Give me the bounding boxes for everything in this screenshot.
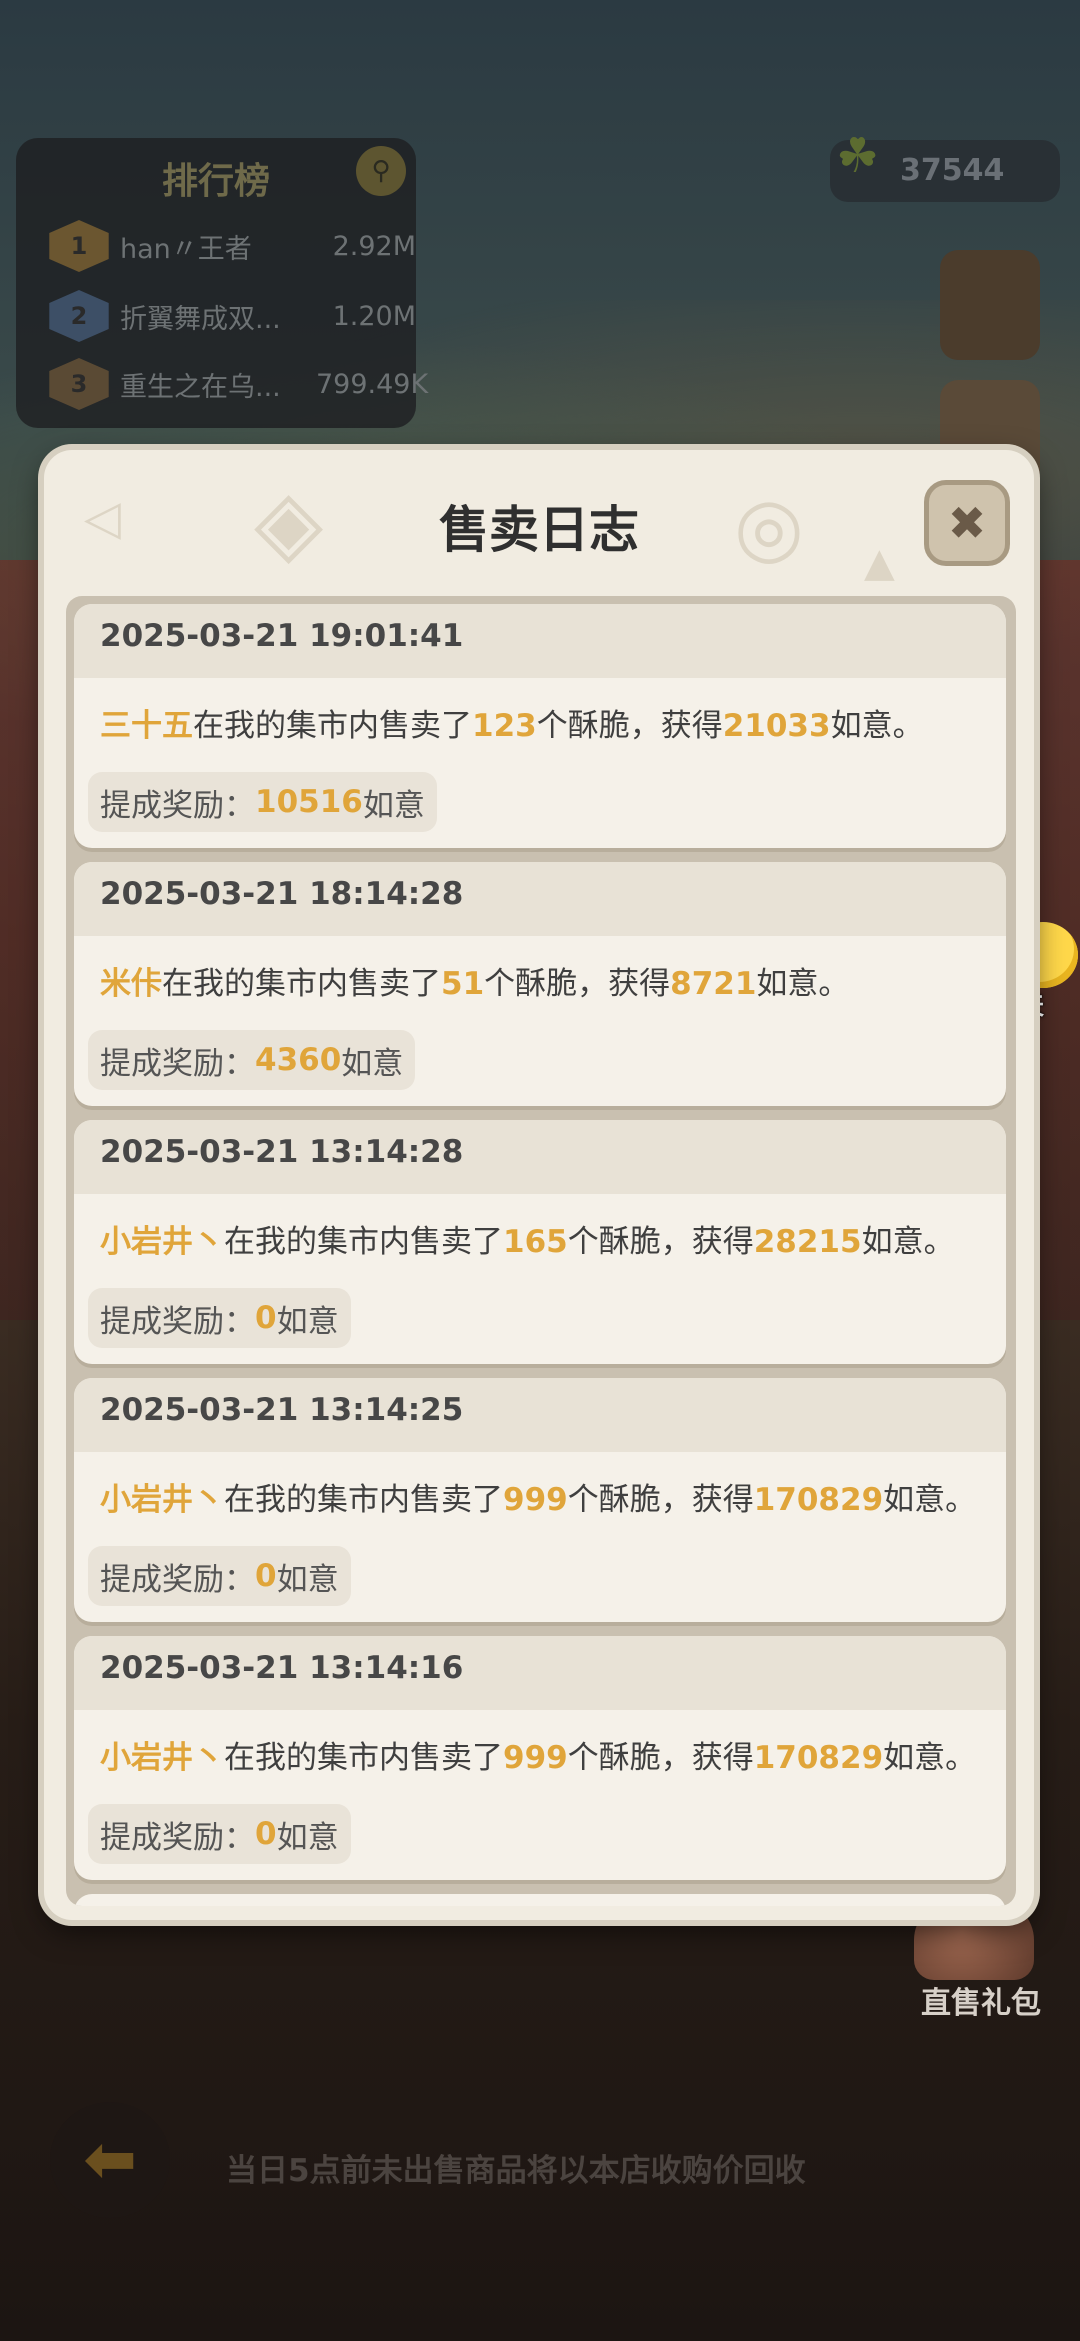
log-timestamp: 2025-03-21 13:14:25: [74, 1378, 1006, 1452]
log-text: 在我的集市内售卖了: [162, 966, 441, 1002]
commission-value: 0: [255, 1300, 277, 1336]
commission-badge: 提成奖励： 0 如意: [88, 1288, 351, 1348]
log-text: 如意。: [756, 966, 850, 1002]
rank-badge: 1: [49, 220, 109, 272]
commission-value: 0: [255, 1558, 277, 1594]
commission-label: 提成奖励：: [100, 1045, 255, 1082]
log-message: 小岩井丶在我的集市内售卖了999个酥脆，获得170829如意。: [74, 1710, 1006, 1777]
rank-badge: 3: [49, 358, 109, 410]
commission-label: 提成奖励：: [100, 1561, 255, 1598]
commission-label: 提成奖励：: [100, 787, 255, 824]
log-entry: 2025-03-21 13:14:16 小岩井丶在我的集市内售卖了999个酥脆，…: [74, 1636, 1006, 1880]
log-entry: 2025-03-21 19:01:41 三十五在我的集市内售卖了123个酥脆，获…: [74, 604, 1006, 848]
earned-amount: 8721: [670, 966, 757, 1002]
leaderboard-panel[interactable]: 排行榜 1 han〃王者 2.92M 2 折翼舞成双... 1.20M 3 重生…: [16, 138, 429, 428]
log-text: 如意。: [883, 1482, 977, 1518]
sold-quantity: 51: [441, 966, 485, 1002]
log-text: 个酥脆，获得: [536, 708, 723, 744]
search-icon[interactable]: ⚲: [356, 146, 406, 196]
log-text: 个酥脆，获得: [567, 1224, 754, 1260]
leaderboard-score: 1.20M: [332, 300, 416, 332]
leaderboard-row[interactable]: 2 折翼舞成双... 1.20M: [46, 288, 416, 344]
close-icon[interactable]: ✖: [924, 480, 1010, 566]
log-timestamp: 2025-03-21 13:14:28: [74, 1120, 1006, 1194]
commission-value: 0: [255, 1816, 277, 1852]
leaderboard-name: 重生之在乌...: [120, 371, 281, 403]
leaderboard-row[interactable]: 3 重生之在乌... 799.49K: [46, 356, 429, 412]
log-text: 个酥脆，获得: [567, 1482, 754, 1518]
sold-quantity: 999: [503, 1740, 568, 1776]
log-timestamp: 2025-03-21 18:14:28: [74, 862, 1006, 936]
sold-quantity: 123: [472, 708, 537, 744]
log-text: 在我的集市内售卖了: [224, 1482, 503, 1518]
commission-value: 4360: [255, 1042, 342, 1078]
commission-unit: 如意: [276, 1303, 339, 1340]
leaderboard-row[interactable]: 1 han〃王者 2.92M: [46, 218, 416, 274]
log-entry: 2025-03-21 13:14:25 小岩井丶在我的集市内售卖了999个酥脆，…: [74, 1378, 1006, 1622]
leaderboard-score: 799.49K: [316, 368, 429, 400]
earned-amount: 21033: [722, 708, 831, 744]
recycle-notice: 当日5点前未出售商品将以本店收购价回收: [226, 2153, 806, 2189]
gift-pack-label: 直售礼包: [921, 1986, 1041, 2021]
commission-unit: 如意: [276, 1561, 339, 1598]
leaderboard-name: 折翼舞成双...: [120, 303, 281, 335]
log-message: 米佧在我的集市内售卖了51个酥脆，获得8721如意。: [74, 936, 1006, 1003]
commission-value: 10516: [255, 784, 363, 820]
commission-badge: 提成奖励： 0 如意: [88, 1804, 351, 1864]
sales-log-modal: ◁ ◈ ◎ ▲ 售卖日志 ✖ 2025-03-21 19:01:41 三十五在我…: [44, 450, 1034, 1920]
commission-badge: 提成奖励： 0 如意: [88, 1546, 351, 1606]
leaderboard-score: 2.92M: [332, 230, 416, 262]
log-text: 在我的集市内售卖了: [193, 708, 472, 744]
currency-value: 37544: [900, 153, 1005, 188]
earned-amount: 28215: [753, 1224, 862, 1260]
buyer-name: 小岩井丶: [100, 1740, 224, 1776]
log-text: 个酥脆，获得: [567, 1740, 754, 1776]
sold-quantity: 165: [503, 1224, 568, 1260]
commission-label: 提成奖励：: [100, 1303, 255, 1340]
notice-board-button[interactable]: [940, 250, 1040, 360]
log-message: 小岩井丶在我的集市内售卖了999个酥脆，获得170829如意。: [74, 1452, 1006, 1519]
clover-icon: ☘: [836, 128, 880, 184]
commission-unit: 如意: [362, 787, 425, 824]
log-message: 三十五在我的集市内售卖了123个酥脆，获得21033如意。: [74, 678, 1006, 745]
log-entry: 2025-03-21 13:14:28 小岩井丶在我的集市内售卖了165个酥脆，…: [74, 1120, 1006, 1364]
log-entry-partial: [74, 1894, 1006, 1906]
rank-badge: 2: [49, 290, 109, 342]
sales-log-list[interactable]: 2025-03-21 19:01:41 三十五在我的集市内售卖了123个酥脆，获…: [66, 596, 1016, 1906]
log-text: 如意。: [883, 1740, 977, 1776]
log-message: 小岩井丶在我的集市内售卖了165个酥脆，获得28215如意。: [74, 1194, 1006, 1261]
sold-quantity: 999: [503, 1482, 568, 1518]
log-text: 如意。: [830, 708, 924, 744]
earned-amount: 170829: [753, 1740, 884, 1776]
commission-badge: 提成奖励： 4360 如意: [88, 1030, 416, 1090]
log-entry: 2025-03-21 18:14:28 米佧在我的集市内售卖了51个酥脆，获得8…: [74, 862, 1006, 1106]
buyer-name: 三十五: [100, 708, 193, 744]
commission-badge: 提成奖励： 10516 如意: [88, 772, 437, 832]
log-timestamp: 2025-03-21 13:14:16: [74, 1636, 1006, 1710]
leaderboard-name: han〃王者: [120, 233, 252, 265]
modal-title: 售卖日志: [439, 501, 639, 559]
buyer-name: 小岩井丶: [100, 1224, 224, 1260]
earned-amount: 170829: [753, 1482, 884, 1518]
commission-label: 提成奖励：: [100, 1819, 255, 1856]
log-text: 在我的集市内售卖了: [224, 1740, 503, 1776]
commission-unit: 如意: [276, 1819, 339, 1856]
log-timestamp: 2025-03-21 19:01:41: [74, 604, 1006, 678]
commission-unit: 如意: [341, 1045, 404, 1082]
buyer-name: 小岩井丶: [100, 1482, 224, 1518]
log-text: 如意。: [861, 1224, 955, 1260]
log-text: 个酥脆，获得: [484, 966, 671, 1002]
buyer-name: 米佧: [100, 966, 162, 1002]
back-arrow-icon[interactable]: ⬅: [50, 2102, 170, 2218]
log-text: 在我的集市内售卖了: [224, 1224, 503, 1260]
